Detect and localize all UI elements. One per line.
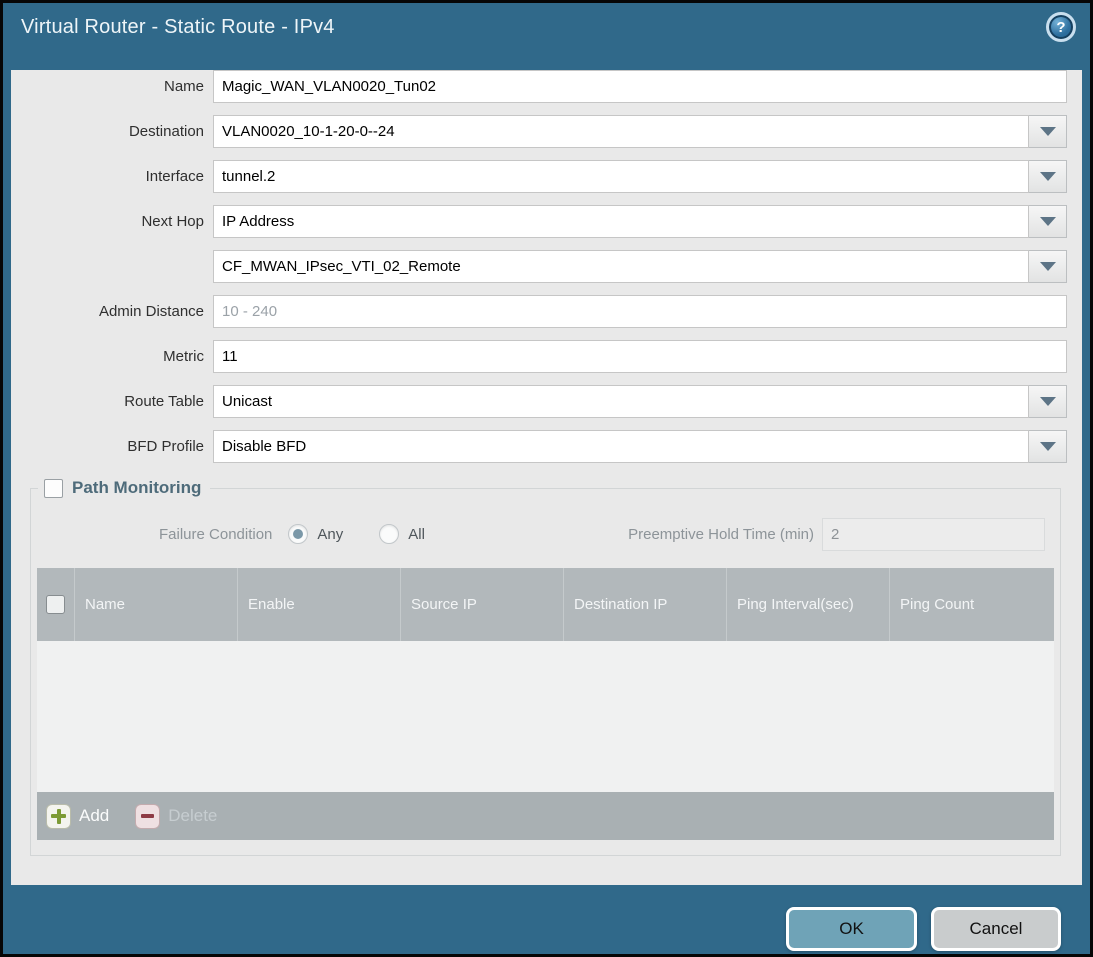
- form-row-destination: Destination: [11, 115, 1067, 148]
- admin-distance-label: Admin Distance: [11, 295, 213, 328]
- column-header-enable: Enable: [238, 568, 401, 641]
- plus-icon: [46, 804, 71, 829]
- form-row-next-hop-address: [11, 250, 1067, 283]
- interface-input[interactable]: [213, 160, 1029, 193]
- next-hop-type-input[interactable]: [213, 205, 1029, 238]
- next-hop-address-dropdown-button[interactable]: [1029, 250, 1067, 283]
- path-monitoring-title: Path Monitoring: [72, 478, 201, 498]
- chevron-down-icon: [1040, 262, 1056, 271]
- minus-icon: [135, 804, 160, 829]
- add-button[interactable]: Add: [46, 804, 109, 829]
- titlebar: Virtual Router - Static Route - IPv4 ?: [3, 3, 1090, 51]
- delete-button[interactable]: Delete: [135, 804, 217, 829]
- path-monitoring-checkbox[interactable]: [44, 479, 63, 498]
- path-monitoring-table: Name Enable Source IP Destination IP Pin…: [37, 568, 1054, 840]
- bfd-profile-label: BFD Profile: [11, 430, 213, 463]
- bfd-profile-input[interactable]: [213, 430, 1029, 463]
- column-header-ping-count: Ping Count: [890, 568, 1054, 641]
- failure-condition-all-radio[interactable]: [379, 524, 399, 544]
- path-monitoring-legend: Path Monitoring: [38, 476, 210, 500]
- dialog-title: Virtual Router - Static Route - IPv4: [21, 16, 335, 39]
- failure-condition-any-label: Any: [317, 526, 343, 543]
- column-header-source-ip: Source IP: [401, 568, 564, 641]
- table-header-checkbox-cell: [37, 568, 75, 641]
- destination-label: Destination: [11, 115, 213, 148]
- interface-dropdown-button[interactable]: [1029, 160, 1067, 193]
- admin-distance-input[interactable]: [213, 295, 1067, 328]
- failure-condition-label: Failure Condition: [159, 526, 272, 543]
- route-table-label: Route Table: [11, 385, 213, 418]
- form-row-bfd-profile: BFD Profile: [11, 430, 1067, 463]
- name-input[interactable]: [213, 70, 1067, 103]
- form-row-name: Name: [11, 70, 1067, 103]
- static-route-dialog: Virtual Router - Static Route - IPv4 ? N…: [0, 0, 1093, 957]
- route-table-dropdown-button[interactable]: [1029, 385, 1067, 418]
- form-row-next-hop: Next Hop: [11, 205, 1067, 238]
- next-hop-label: Next Hop: [11, 205, 213, 238]
- column-header-ping-interval: Ping Interval(sec): [727, 568, 890, 641]
- interface-label: Interface: [11, 160, 213, 193]
- chevron-down-icon: [1040, 442, 1056, 451]
- select-all-checkbox[interactable]: [46, 595, 65, 614]
- route-table-input[interactable]: [213, 385, 1029, 418]
- preemptive-hold-time-group: Preemptive Hold Time (min): [628, 518, 1045, 551]
- column-header-name: Name: [75, 568, 238, 641]
- failure-condition-any-radio[interactable]: [288, 524, 308, 544]
- table-header: Name Enable Source IP Destination IP Pin…: [37, 568, 1054, 641]
- ok-button[interactable]: OK: [786, 907, 917, 951]
- table-body-empty: [37, 641, 1054, 792]
- next-hop-type-dropdown-button[interactable]: [1029, 205, 1067, 238]
- chevron-down-icon: [1040, 127, 1056, 136]
- form-row-admin-distance: Admin Distance: [11, 295, 1067, 328]
- delete-button-label: Delete: [168, 806, 217, 826]
- next-hop-address-label: [11, 250, 213, 283]
- column-header-destination-ip: Destination IP: [564, 568, 727, 641]
- chevron-down-icon: [1040, 217, 1056, 226]
- cancel-button[interactable]: Cancel: [931, 907, 1061, 951]
- chevron-down-icon: [1040, 172, 1056, 181]
- dialog-footer: OK Cancel: [3, 885, 1090, 957]
- form-row-interface: Interface: [11, 160, 1067, 193]
- failure-condition-all-label: All: [408, 526, 425, 543]
- preemptive-hold-time-input[interactable]: [822, 518, 1045, 551]
- chevron-down-icon: [1040, 397, 1056, 406]
- metric-label: Metric: [11, 340, 213, 373]
- metric-input[interactable]: [213, 340, 1067, 373]
- path-monitoring-section: Path Monitoring Failure Condition Any Al…: [30, 488, 1061, 856]
- destination-input[interactable]: [213, 115, 1029, 148]
- add-button-label: Add: [79, 806, 109, 826]
- table-footer: Add Delete: [37, 792, 1054, 840]
- path-monitoring-controls: Failure Condition Any All Preemptive Hol…: [31, 517, 1060, 551]
- next-hop-address-input[interactable]: [213, 250, 1029, 283]
- bfd-profile-dropdown-button[interactable]: [1029, 430, 1067, 463]
- name-label: Name: [11, 70, 213, 103]
- destination-dropdown-button[interactable]: [1029, 115, 1067, 148]
- form-row-metric: Metric: [11, 340, 1067, 373]
- preemptive-hold-time-label: Preemptive Hold Time (min): [628, 526, 814, 543]
- dialog-content: Name Destination Interface Next Hop: [11, 70, 1082, 885]
- help-icon[interactable]: ?: [1046, 12, 1076, 42]
- form-row-route-table: Route Table: [11, 385, 1067, 418]
